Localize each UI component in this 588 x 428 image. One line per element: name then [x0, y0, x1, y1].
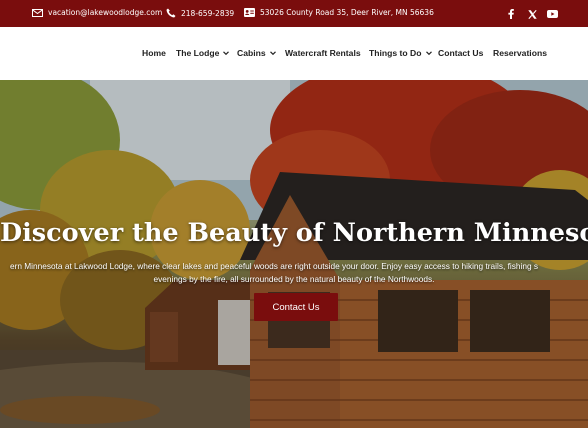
nav-home-label: Home: [142, 48, 166, 58]
contact-us-button[interactable]: Contact Us: [254, 293, 338, 321]
email-link[interactable]: vacation@lakewoodlodge.com: [32, 8, 162, 17]
main-navigation: Home The Lodge Cabins Watercraft Rentals…: [0, 27, 588, 80]
x-icon: [527, 9, 537, 19]
phone-text: 218-659-2839: [181, 8, 235, 18]
chevron-down-icon: [425, 51, 432, 56]
facebook-link[interactable]: [505, 8, 517, 20]
nav-contact-us[interactable]: Contact Us: [438, 48, 483, 58]
phone-link[interactable]: 218-659-2839: [166, 8, 234, 18]
hero-description-line-2: evenings by the fire, all surrounded by …: [153, 274, 435, 284]
x-link[interactable]: [526, 8, 538, 20]
nav-things-to-do-label: Things to Do: [369, 48, 422, 58]
address-text: 53026 County Road 35, Deer River, MN 566…: [260, 8, 434, 17]
hero-overlay: [0, 80, 588, 428]
nav-cabins-label: Cabins: [237, 48, 266, 58]
hero-section: Discover the Beauty of Northern Minnesot…: [0, 80, 588, 428]
nav-the-lodge[interactable]: The Lodge: [176, 48, 230, 58]
hero-description-line-1: ern Minnesota at Lakwood Lodge, where cl…: [9, 261, 539, 271]
hero-description: ern Minnesota at Lakwood Lodge, where cl…: [0, 260, 588, 286]
nav-things-to-do[interactable]: Things to Do: [369, 48, 433, 58]
nav-reservations[interactable]: Reservations: [493, 48, 547, 58]
chevron-down-icon: [269, 51, 276, 56]
nav-reservations-label: Reservations: [493, 48, 547, 58]
nav-contact-us-label: Contact Us: [438, 48, 484, 58]
hero-title: Discover the Beauty of Northern Minnesot…: [0, 218, 588, 248]
nav-cabins[interactable]: Cabins: [237, 48, 277, 58]
nav-watercraft-rentals[interactable]: Watercraft Rentals: [285, 48, 361, 58]
email-text: vacation@lakewoodlodge.com: [48, 8, 163, 17]
youtube-link[interactable]: [546, 8, 558, 20]
nav-home[interactable]: Home: [142, 48, 166, 58]
youtube-icon: [546, 10, 558, 18]
top-info-bar: vacation@lakewoodlodge.com 218-659-2839 …: [0, 0, 588, 27]
phone-icon: [166, 8, 176, 18]
chevron-down-icon: [223, 51, 230, 56]
nav-the-lodge-label: The Lodge: [176, 48, 220, 58]
address-link[interactable]: 53026 County Road 35, Deer River, MN 566…: [244, 8, 434, 17]
nav-watercraft-rentals-label: Watercraft Rentals: [285, 48, 361, 58]
email-icon: [32, 8, 43, 17]
facebook-icon: [508, 9, 514, 19]
address-card-icon: [244, 8, 255, 17]
